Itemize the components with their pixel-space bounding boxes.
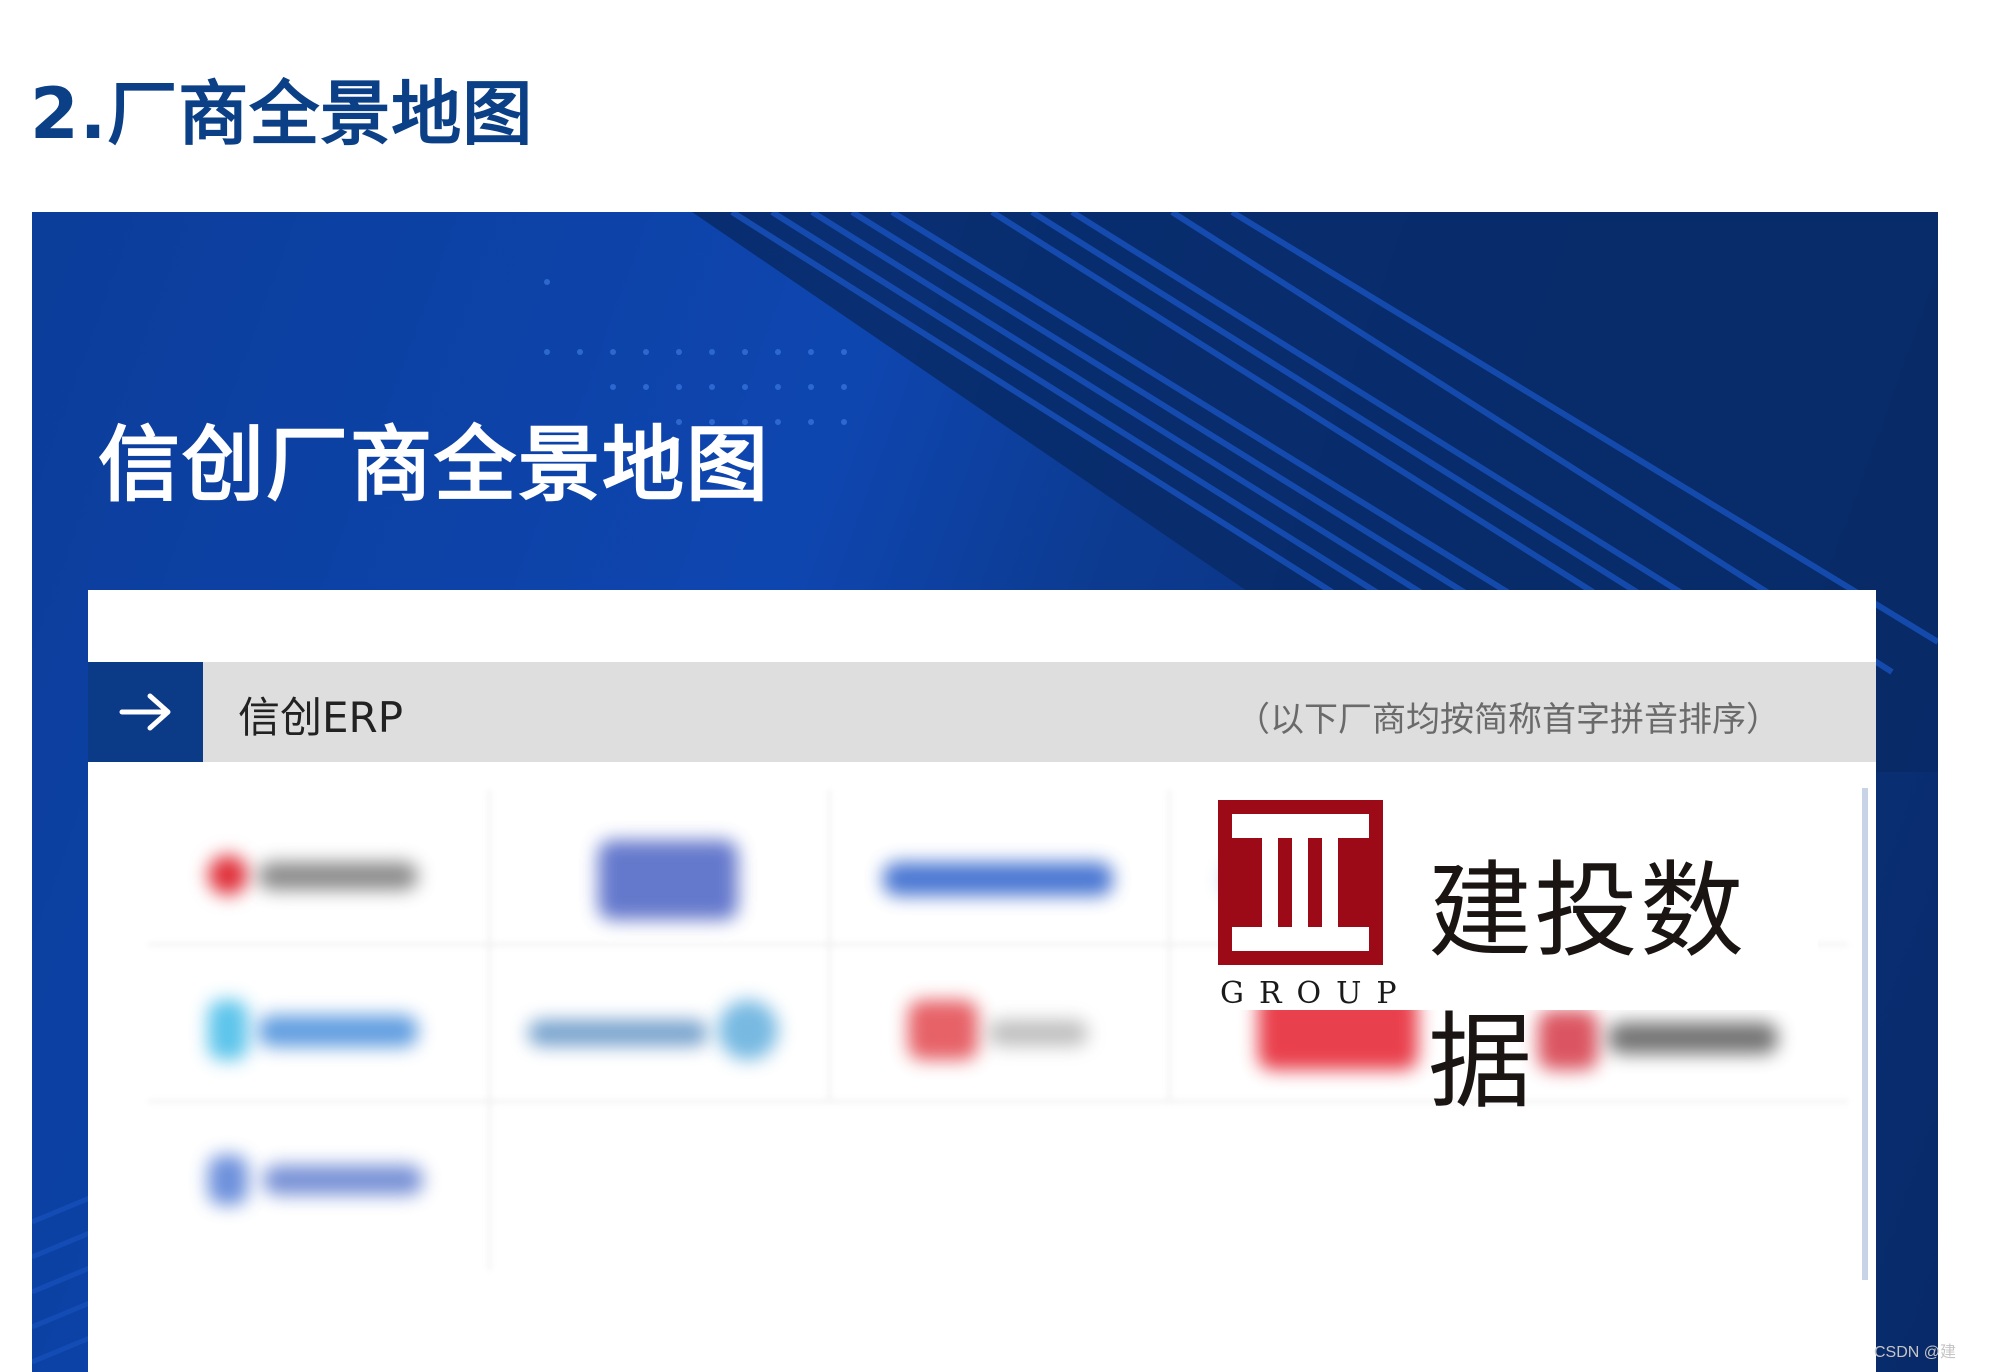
blurred-vendor-logo (883, 862, 1113, 896)
arrow-right-icon (88, 662, 203, 762)
blurred-vendor-logo (208, 855, 248, 895)
featured-vendor-group-label: GROUP (1220, 976, 1412, 1011)
sort-order-note: （以下厂商均按简称首字拼音排序） (1236, 700, 1780, 740)
category-bar: 信创ERP （以下厂商均按简称首字拼音排序） (88, 662, 1876, 762)
blurred-vendor-logo (208, 1000, 248, 1060)
panel-right-rule (1862, 788, 1868, 1280)
blurred-vendor-logo (208, 1155, 248, 1205)
grid-divider (1168, 790, 1171, 1100)
featured-vendor-logo: GROUP 建投数据 (1218, 800, 1818, 1123)
blurred-vendor-logo (908, 1000, 978, 1060)
blurred-vendor-logo (988, 1020, 1088, 1046)
jiantou-logo-mark (1218, 800, 1383, 965)
blurred-vendor-logo (258, 862, 418, 890)
blurred-vendor-logo (718, 1000, 778, 1060)
blurred-vendor-logo (528, 1020, 708, 1046)
blurred-vendor-logo (263, 1165, 423, 1195)
blurred-vendor-logo (258, 1015, 418, 1047)
category-title: 信创ERP (238, 693, 404, 742)
banner-heading: 信创厂商全景地图 (98, 418, 771, 513)
vendor-panel: 信创ERP （以下厂商均按简称首字拼音排序） GROUP 建投数据 (88, 590, 1876, 1372)
grid-divider (828, 790, 831, 1100)
featured-vendor-name: 建投数据 (1428, 850, 1747, 1123)
page-title: 2.厂商全景地图 (30, 73, 534, 155)
grid-divider (488, 790, 491, 1270)
csdn-watermark: CSDN @建 (1873, 1344, 1956, 1361)
blurred-vendor-logo (598, 840, 738, 920)
